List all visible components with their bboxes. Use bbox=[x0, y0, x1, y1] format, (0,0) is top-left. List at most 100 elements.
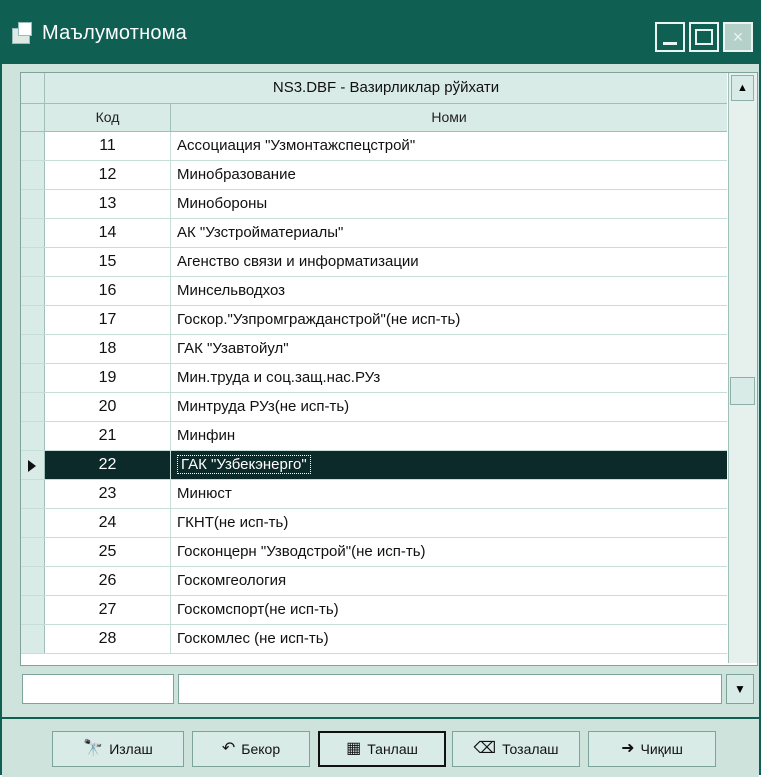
table-row[interactable]: 16 Минсельводхоз bbox=[21, 277, 727, 306]
cell-name[interactable]: Минобразование bbox=[171, 161, 727, 189]
cell-name[interactable]: АК "Узстройматериалы" bbox=[171, 219, 727, 247]
close-button[interactable]: × bbox=[723, 22, 753, 52]
table-row[interactable]: 25 Госконцерн "Узводстрой"(не исп-ть) bbox=[21, 538, 727, 567]
table-row[interactable]: 21 Минфин bbox=[21, 422, 727, 451]
row-indicator[interactable] bbox=[21, 451, 45, 479]
cell-code[interactable]: 16 bbox=[45, 277, 171, 305]
row-indicator[interactable] bbox=[21, 422, 45, 450]
code-filter-field[interactable] bbox=[22, 674, 174, 704]
data-grid[interactable]: NS3.DBF - Вазирликлар рўйхати Код Номи 1… bbox=[20, 72, 758, 666]
dropdown-button[interactable]: ▼ bbox=[726, 674, 754, 704]
cell-code[interactable]: 12 bbox=[45, 161, 171, 189]
table-row[interactable]: 15 Агенство связи и информатизации bbox=[21, 248, 727, 277]
name-filter-field[interactable] bbox=[178, 674, 722, 704]
cell-code[interactable]: 26 bbox=[45, 567, 171, 595]
row-indicator[interactable] bbox=[21, 161, 45, 189]
cell-code[interactable]: 22 bbox=[45, 451, 171, 479]
row-indicator[interactable] bbox=[21, 132, 45, 160]
row-indicator[interactable] bbox=[21, 509, 45, 537]
cell-name-text: Ассоциация "Узмонтажспецстрой" bbox=[177, 137, 416, 154]
cell-name[interactable]: Минтруда РУз(не исп-ть) bbox=[171, 393, 727, 421]
cell-name-text: ГАК "Узбекэнерго" bbox=[177, 455, 311, 474]
cell-code[interactable]: 11 bbox=[45, 132, 171, 160]
row-indicator[interactable] bbox=[21, 335, 45, 363]
table-row[interactable]: 18 ГАК "Узавтойул" bbox=[21, 335, 727, 364]
cell-name-text: Минфин bbox=[177, 427, 236, 444]
search-button[interactable]: 🔭 Излаш bbox=[52, 731, 184, 767]
cell-code[interactable]: 15 bbox=[45, 248, 171, 276]
table-row[interactable]: 28 Госкомлес (не исп-ть) bbox=[21, 625, 727, 654]
row-indicator[interactable] bbox=[21, 538, 45, 566]
column-header-name[interactable]: Номи bbox=[171, 104, 727, 131]
cell-name[interactable]: Госконцерн "Узводстрой"(не исп-ть) bbox=[171, 538, 727, 566]
table-row[interactable]: 11 Ассоциация "Узмонтажспецстрой" bbox=[21, 132, 727, 161]
row-indicator[interactable] bbox=[21, 596, 45, 624]
cell-code[interactable]: 25 bbox=[45, 538, 171, 566]
table-row[interactable]: 22 ГАК "Узбекэнерго" bbox=[21, 451, 727, 480]
title-bar[interactable]: Маълумотнома × bbox=[2, 2, 759, 64]
cell-name[interactable]: Агенство связи и информатизации bbox=[171, 248, 727, 276]
row-indicator[interactable] bbox=[21, 625, 45, 653]
row-indicator[interactable] bbox=[21, 248, 45, 276]
scroll-up-button[interactable]: ▲ bbox=[731, 75, 754, 101]
exit-button-label: Чиқиш bbox=[640, 741, 683, 757]
cell-name[interactable]: Госкомгеология bbox=[171, 567, 727, 595]
current-row-arrow-icon bbox=[28, 460, 36, 472]
cell-name[interactable]: Минюст bbox=[171, 480, 727, 508]
cell-name[interactable]: Минсельводхоз bbox=[171, 277, 727, 305]
cell-name-text: Госкомлес (не исп-ть) bbox=[177, 630, 329, 647]
grid-title-bar: NS3.DBF - Вазирликлар рўйхати bbox=[21, 73, 727, 104]
table-row[interactable]: 23 Минюст bbox=[21, 480, 727, 509]
table-row[interactable]: 19 Мин.труда и соц.защ.нас.РУз bbox=[21, 364, 727, 393]
cell-name[interactable]: ГАК "Узавтойул" bbox=[171, 335, 727, 363]
table-row[interactable]: 14 АК "Узстройматериалы" bbox=[21, 219, 727, 248]
exit-button[interactable]: ➜ Чиқиш bbox=[588, 731, 716, 767]
table-row[interactable]: 20 Минтруда РУз(не исп-ть) bbox=[21, 393, 727, 422]
scroll-up-icon: ▲ bbox=[737, 82, 748, 94]
cell-code[interactable]: 17 bbox=[45, 306, 171, 334]
cell-code[interactable]: 20 bbox=[45, 393, 171, 421]
row-indicator[interactable] bbox=[21, 306, 45, 334]
cell-name[interactable]: ГАК "Узбекэнерго" bbox=[171, 451, 727, 479]
minimize-button[interactable] bbox=[655, 22, 685, 52]
table-row[interactable]: 17 Госкор."Узпромгражданстрой"(не исп-ть) bbox=[21, 306, 727, 335]
cell-name[interactable]: Минобороны bbox=[171, 190, 727, 218]
row-indicator[interactable] bbox=[21, 480, 45, 508]
cell-code[interactable]: 14 bbox=[45, 219, 171, 247]
scrollbar-thumb[interactable] bbox=[730, 377, 755, 405]
cell-name[interactable]: Госкор."Узпромгражданстрой"(не исп-ть) bbox=[171, 306, 727, 334]
cell-code[interactable]: 19 bbox=[45, 364, 171, 392]
cell-code[interactable]: 24 bbox=[45, 509, 171, 537]
cell-name[interactable]: Госкомлес (не исп-ть) bbox=[171, 625, 727, 653]
cell-name[interactable]: Ассоциация "Узмонтажспецстрой" bbox=[171, 132, 727, 160]
cell-code[interactable]: 23 bbox=[45, 480, 171, 508]
cell-code[interactable]: 13 bbox=[45, 190, 171, 218]
table-row[interactable]: 26 Госкомгеология bbox=[21, 567, 727, 596]
cell-name[interactable]: Минфин bbox=[171, 422, 727, 450]
table-row[interactable]: 13 Минобороны bbox=[21, 190, 727, 219]
cell-code[interactable]: 28 bbox=[45, 625, 171, 653]
row-indicator[interactable] bbox=[21, 277, 45, 305]
maximize-button[interactable] bbox=[689, 22, 719, 52]
cancel-button[interactable]: ↶ Бекор bbox=[192, 731, 310, 767]
table-row[interactable]: 27 Госкомспорт(не исп-ть) bbox=[21, 596, 727, 625]
row-indicator[interactable] bbox=[21, 364, 45, 392]
row-indicator[interactable] bbox=[21, 393, 45, 421]
cell-name[interactable]: Мин.труда и соц.защ.нас.РУз bbox=[171, 364, 727, 392]
cell-name[interactable]: ГКНТ(не исп-ть) bbox=[171, 509, 727, 537]
cell-name-text: Минюст bbox=[177, 485, 232, 502]
select-button[interactable]: ▦ Танлаш bbox=[318, 731, 446, 767]
row-indicator[interactable] bbox=[21, 219, 45, 247]
cell-code[interactable]: 27 bbox=[45, 596, 171, 624]
cell-name[interactable]: Госкомспорт(не исп-ть) bbox=[171, 596, 727, 624]
row-indicator[interactable] bbox=[21, 567, 45, 595]
cell-code[interactable]: 18 bbox=[45, 335, 171, 363]
table-row[interactable]: 24 ГКНТ(не исп-ть) bbox=[21, 509, 727, 538]
column-header-code[interactable]: Код bbox=[45, 104, 171, 131]
cell-code[interactable]: 21 bbox=[45, 422, 171, 450]
clear-button[interactable]: ⌫ Тозалаш bbox=[452, 731, 580, 767]
table-row[interactable]: 12 Минобразование bbox=[21, 161, 727, 190]
cell-name-text: ГАК "Узавтойул" bbox=[177, 340, 289, 357]
vertical-scrollbar[interactable]: ▲ bbox=[728, 73, 757, 663]
row-indicator[interactable] bbox=[21, 190, 45, 218]
